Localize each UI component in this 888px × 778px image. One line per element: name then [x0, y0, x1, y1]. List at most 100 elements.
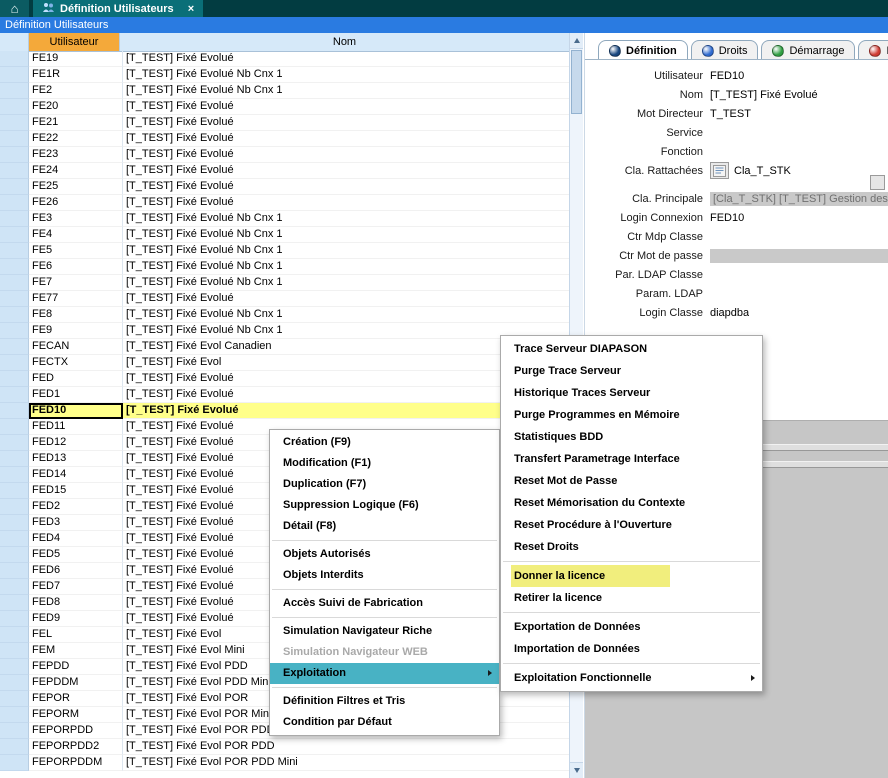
- submenu-item[interactable]: Reset Mot de Passe: [501, 470, 762, 492]
- row-selector-cell[interactable]: [0, 307, 29, 323]
- row-selector-cell[interactable]: [0, 627, 29, 643]
- row-selector-cell[interactable]: [0, 403, 29, 419]
- context-menu-item[interactable]: Détail (F8): [270, 516, 499, 537]
- row-selector-cell[interactable]: [0, 659, 29, 675]
- field-value[interactable]: [T_TEST] Fixé Evolué: [710, 89, 818, 101]
- table-row[interactable]: FE19[T_TEST] Fixé Evolué: [0, 51, 570, 67]
- utilisateur-cell[interactable]: FED14: [29, 467, 123, 483]
- utilisateur-cell[interactable]: FE22: [29, 131, 123, 147]
- table-row[interactable]: FE2[T_TEST] Fixé Evolué Nb Cnx 1: [0, 83, 570, 99]
- nom-cell[interactable]: [T_TEST] Fixé Evolué Nb Cnx 1: [123, 227, 570, 243]
- utilisateur-cell[interactable]: FED3: [29, 515, 123, 531]
- utilisateur-cell[interactable]: FEPORPDD: [29, 723, 123, 739]
- field-value[interactable]: Cla_T_STK: [734, 165, 791, 177]
- utilisateur-cell[interactable]: FED12: [29, 435, 123, 451]
- row-selector-cell[interactable]: [0, 323, 29, 339]
- row-selector-cell[interactable]: [0, 691, 29, 707]
- utilisateur-cell[interactable]: FE3: [29, 211, 123, 227]
- context-menu-item[interactable]: Objets Interdits: [270, 565, 499, 586]
- submenu-item[interactable]: Transfert Parametrage Interface: [501, 448, 762, 470]
- utilisateur-cell[interactable]: FECAN: [29, 339, 123, 355]
- panel-tab-droits[interactable]: Droits: [691, 40, 759, 60]
- nom-cell[interactable]: [T_TEST] Fixé Evolué: [123, 115, 570, 131]
- table-row[interactable]: FE8[T_TEST] Fixé Evolué Nb Cnx 1: [0, 307, 570, 323]
- table-row[interactable]: FE5[T_TEST] Fixé Evolué Nb Cnx 1: [0, 243, 570, 259]
- table-row[interactable]: FE21[T_TEST] Fixé Evolué: [0, 115, 570, 131]
- utilisateur-cell[interactable]: FE8: [29, 307, 123, 323]
- nom-cell[interactable]: [T_TEST] Fixé Evol POR PDD: [123, 739, 570, 755]
- utilisateur-cell[interactable]: FE26: [29, 195, 123, 211]
- nom-cell[interactable]: [T_TEST] Fixé Evolué Nb Cnx 1: [123, 243, 570, 259]
- row-selector-cell[interactable]: [0, 579, 29, 595]
- table-row[interactable]: FE23[T_TEST] Fixé Evolué: [0, 147, 570, 163]
- submenu-item[interactable]: Historique Traces Serveur: [501, 382, 762, 404]
- row-selector-cell[interactable]: [0, 147, 29, 163]
- row-selector-cell[interactable]: [0, 723, 29, 739]
- nom-cell[interactable]: [T_TEST] Fixé Evolué: [123, 99, 570, 115]
- submenu-item[interactable]: Reset Mémorisation du Contexte: [501, 492, 762, 514]
- row-selector-cell[interactable]: [0, 515, 29, 531]
- utilisateur-cell[interactable]: FEPOR: [29, 691, 123, 707]
- row-selector-cell[interactable]: [0, 115, 29, 131]
- table-row[interactable]: FE25[T_TEST] Fixé Evolué: [0, 179, 570, 195]
- submenu-item[interactable]: Exploitation Fonctionnelle: [501, 667, 762, 689]
- row-selector-cell[interactable]: [0, 211, 29, 227]
- row-selector-cell[interactable]: [0, 595, 29, 611]
- field-value[interactable]: T_TEST: [710, 108, 751, 120]
- utilisateur-cell[interactable]: FED13: [29, 451, 123, 467]
- scroll-down-button[interactable]: [570, 762, 583, 778]
- nom-cell[interactable]: [T_TEST] Fixé Evolué: [123, 51, 570, 67]
- row-selector-cell[interactable]: [0, 611, 29, 627]
- utilisateur-cell[interactable]: FED9: [29, 611, 123, 627]
- utilisateur-cell[interactable]: FED5: [29, 547, 123, 563]
- context-menu-item[interactable]: Création (F9): [270, 432, 499, 453]
- nom-cell[interactable]: [T_TEST] Fixé Evolué: [123, 179, 570, 195]
- row-selector-cell[interactable]: [0, 563, 29, 579]
- row-selector-cell[interactable]: [0, 499, 29, 515]
- utilisateur-cell[interactable]: FE21: [29, 115, 123, 131]
- submenu-item[interactable]: Importation de Données: [501, 638, 762, 660]
- context-menu-item[interactable]: Accès Suivi de Fabrication: [270, 593, 499, 614]
- utilisateur-cell[interactable]: FEPDD: [29, 659, 123, 675]
- utilisateur-cell[interactable]: FECTX: [29, 355, 123, 371]
- context-menu-item[interactable]: Suppression Logique (F6): [270, 495, 499, 516]
- row-selector-cell[interactable]: [0, 755, 29, 771]
- row-selector-cell[interactable]: [0, 291, 29, 307]
- field-value[interactable]: diapdba: [710, 307, 749, 319]
- utilisateur-cell[interactable]: FED11: [29, 419, 123, 435]
- utilisateur-cell[interactable]: FEPORPDDM: [29, 755, 123, 771]
- submenu-item[interactable]: Retirer la licence: [501, 587, 762, 609]
- table-row[interactable]: FECAN[T_TEST] Fixé Evol Canadien: [0, 339, 570, 355]
- utilisateur-cell[interactable]: FED15: [29, 483, 123, 499]
- utilisateur-cell[interactable]: FED2: [29, 499, 123, 515]
- home-button[interactable]: ⌂: [0, 0, 29, 17]
- nom-cell[interactable]: [T_TEST] Fixé Evolué Nb Cnx 1: [123, 211, 570, 227]
- row-selector-cell[interactable]: [0, 451, 29, 467]
- nom-cell[interactable]: [T_TEST] Fixé Evolué Nb Cnx 1: [123, 307, 570, 323]
- utilisateur-cell[interactable]: FEL: [29, 627, 123, 643]
- panel-tab-multi-lan[interactable]: Multi-Lan: [858, 40, 888, 60]
- submenu-item[interactable]: Purge Programmes en Mémoire: [501, 404, 762, 426]
- row-selector-cell[interactable]: [0, 195, 29, 211]
- table-row[interactable]: FE4[T_TEST] Fixé Evolué Nb Cnx 1: [0, 227, 570, 243]
- row-selector-cell[interactable]: [0, 355, 29, 371]
- utilisateur-cell[interactable]: FED6: [29, 563, 123, 579]
- submenu-item[interactable]: Reset Procédure à l'Ouverture: [501, 514, 762, 536]
- table-row[interactable]: FEPORPDD2[T_TEST] Fixé Evol POR PDD: [0, 739, 570, 755]
- nom-cell[interactable]: [T_TEST] Fixé Evol POR PDD Mini: [123, 755, 570, 771]
- row-selector-cell[interactable]: [0, 419, 29, 435]
- row-selector-cell[interactable]: [0, 643, 29, 659]
- row-selector-cell[interactable]: [0, 51, 29, 67]
- cla-rattachees-expand-button[interactable]: [870, 175, 885, 190]
- panel-tab-d-finition[interactable]: Définition: [598, 40, 688, 60]
- table-row[interactable]: FE1R[T_TEST] Fixé Evolué Nb Cnx 1: [0, 67, 570, 83]
- context-menu-item[interactable]: Exploitation: [270, 663, 499, 684]
- table-row[interactable]: FED[T_TEST] Fixé Evolué: [0, 371, 570, 387]
- table-row[interactable]: FE24[T_TEST] Fixé Evolué: [0, 163, 570, 179]
- utilisateur-cell[interactable]: FE1R: [29, 67, 123, 83]
- utilisateur-cell[interactable]: FED4: [29, 531, 123, 547]
- row-selector-cell[interactable]: [0, 227, 29, 243]
- row-selector-cell[interactable]: [0, 67, 29, 83]
- utilisateur-cell[interactable]: FED8: [29, 595, 123, 611]
- nom-cell[interactable]: [T_TEST] Fixé Evolué: [123, 195, 570, 211]
